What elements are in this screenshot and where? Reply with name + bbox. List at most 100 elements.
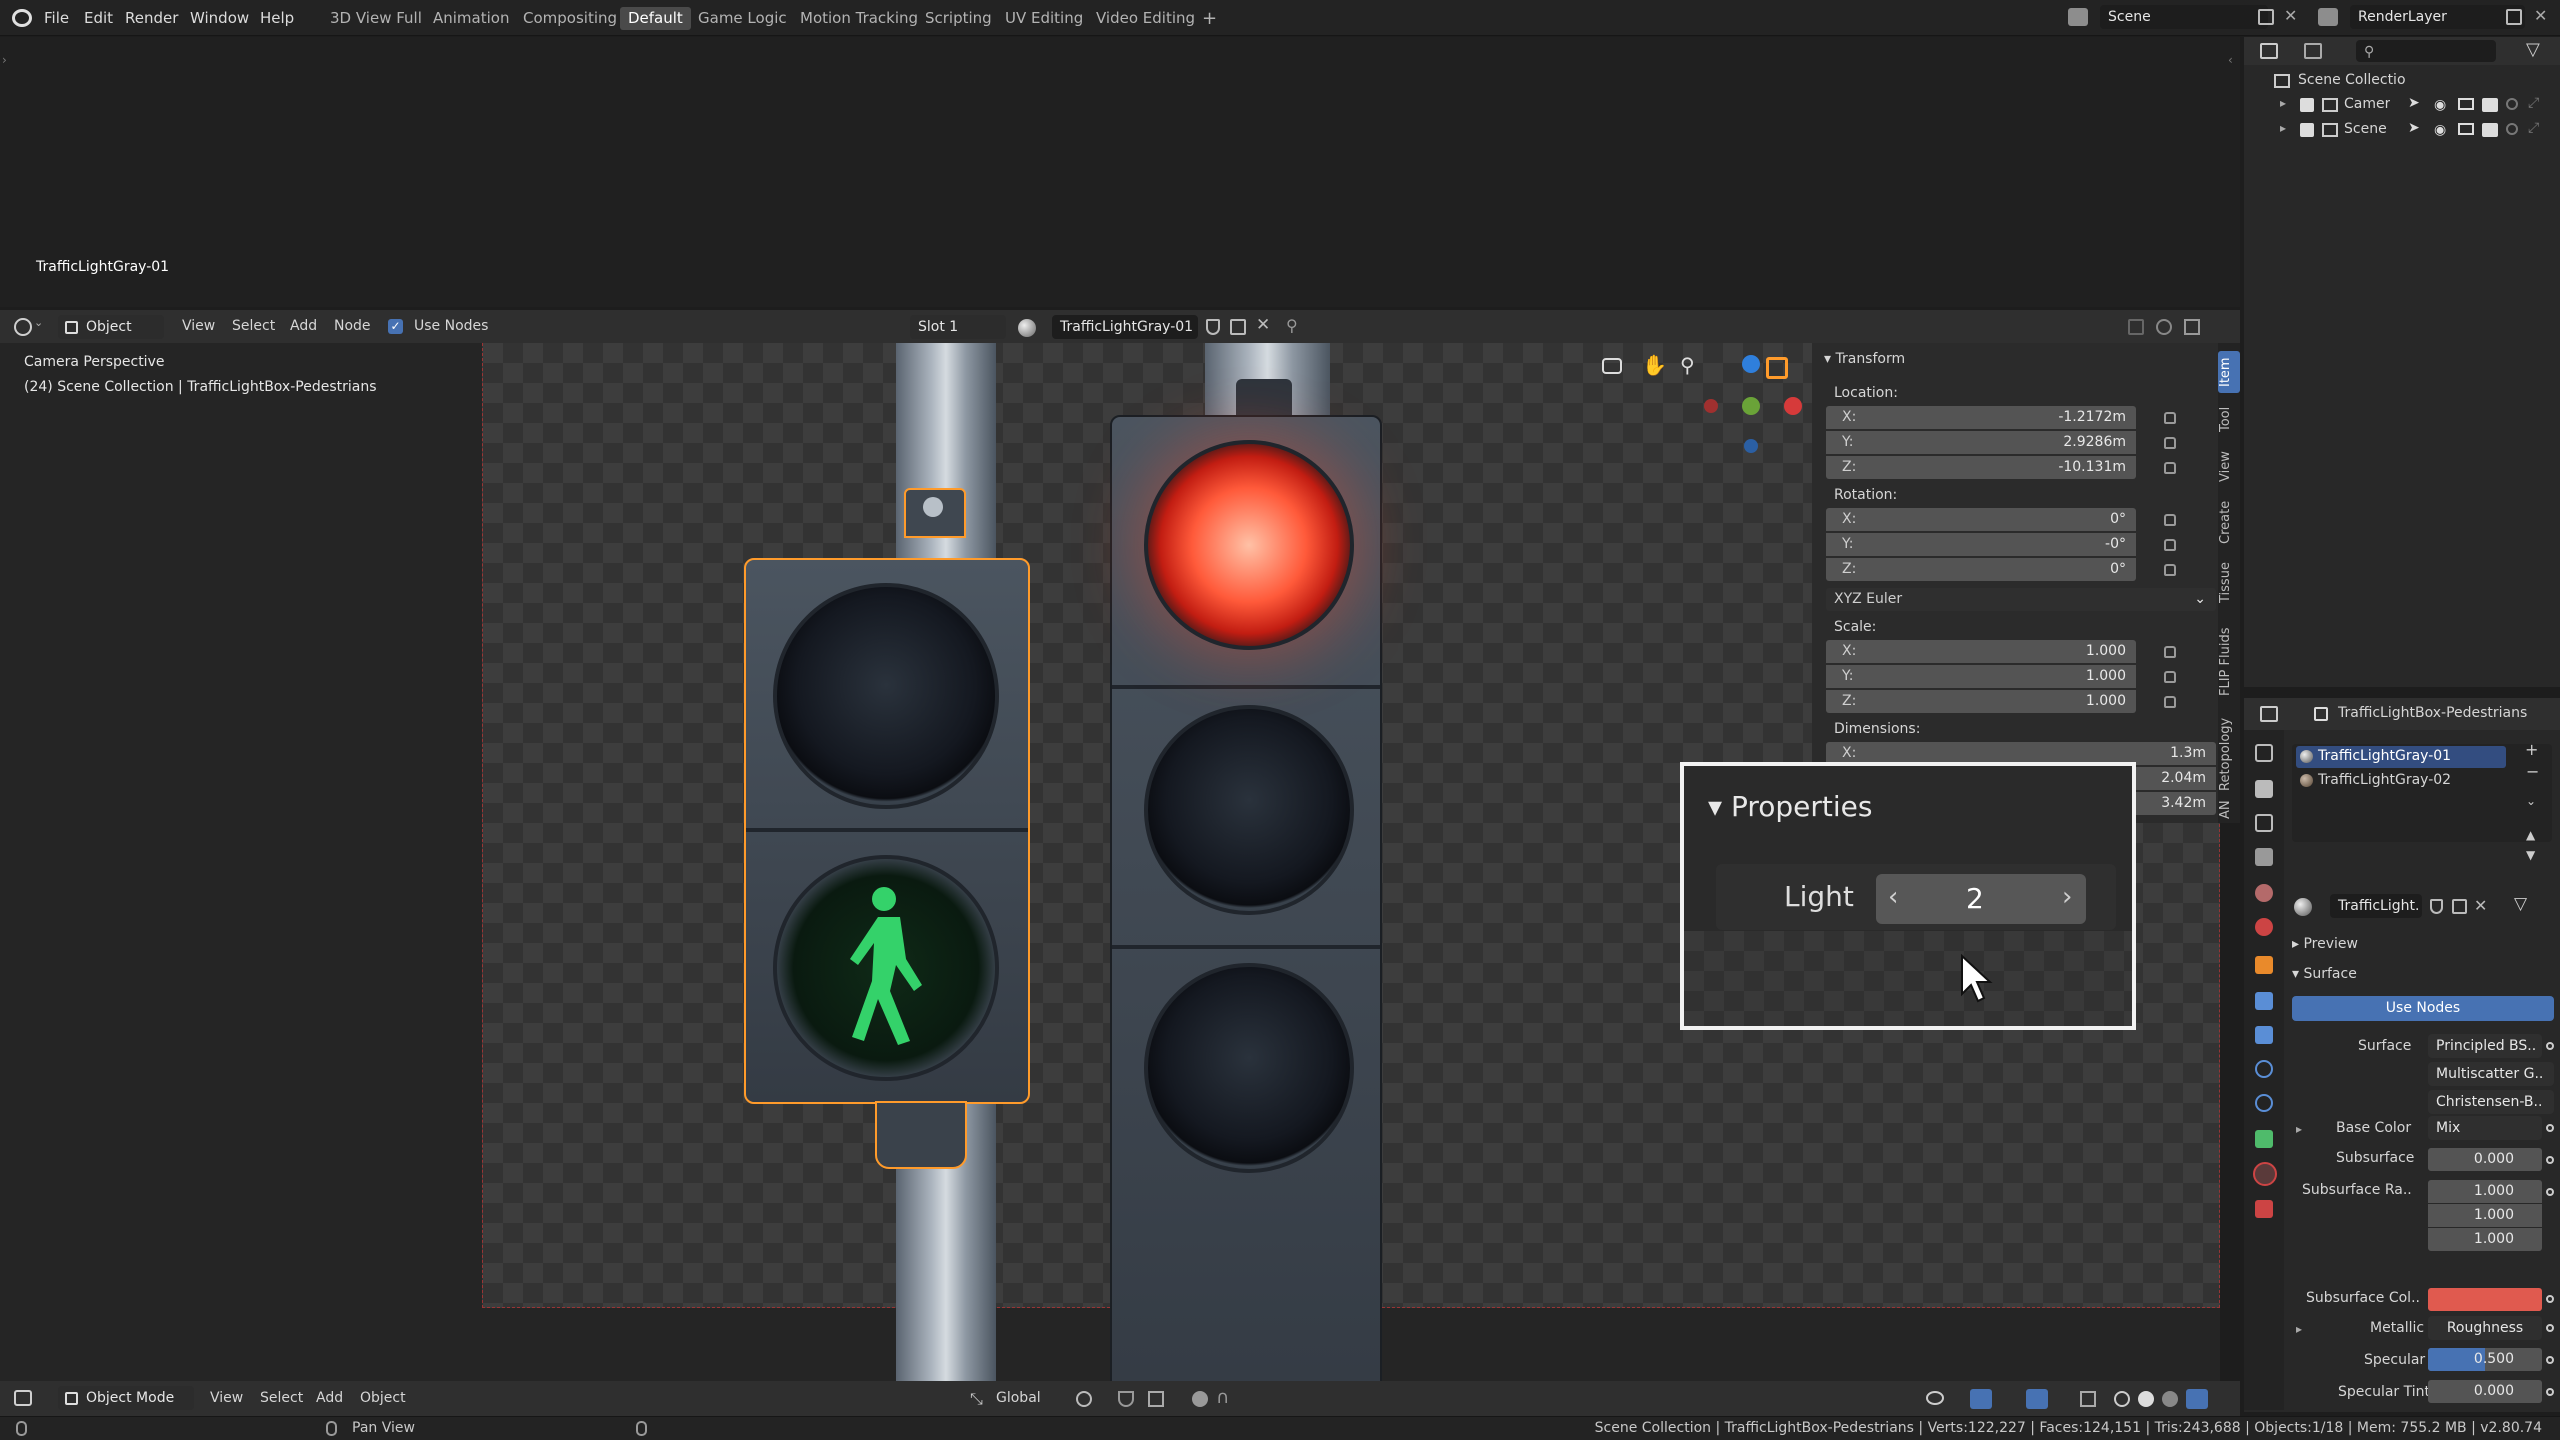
tab-view[interactable]: View <box>2218 445 2240 489</box>
rotation-x-field[interactable]: X: 0° <box>1826 508 2136 531</box>
tab-3d-view-full[interactable]: 3D View Full <box>322 7 430 30</box>
texture-tab-icon[interactable] <box>2255 1200 2273 1218</box>
tab-video-editing[interactable]: Video Editing <box>1088 7 1203 30</box>
menu-window[interactable]: Window <box>190 0 249 36</box>
scale-x-field[interactable]: X: 1.000 <box>1826 640 2136 663</box>
fake-user-shield-icon[interactable] <box>1206 319 1220 335</box>
blender-logo-icon[interactable] <box>12 9 32 27</box>
light-stepper[interactable]: ‹ 2 › <box>1876 874 2086 924</box>
physics-tab-icon[interactable] <box>2255 1060 2273 1078</box>
base-color-link[interactable]: Mix <box>2428 1116 2542 1140</box>
surface-shader-select[interactable]: Principled BS.. <box>2428 1034 2542 1058</box>
socket-dot-icon[interactable] <box>2546 1124 2554 1132</box>
constraints-tab-icon[interactable] <box>2255 1094 2273 1112</box>
expand-arrow-icon[interactable]: ▸ <box>2280 96 2286 110</box>
unlink-icon[interactable]: ✕ <box>2474 896 2487 915</box>
backdrop-icon[interactable] <box>2156 319 2172 335</box>
subsurface-field[interactable]: 0.000 <box>2428 1148 2542 1171</box>
gizmo-x-icon[interactable] <box>1784 397 1802 415</box>
menu-help[interactable]: Help <box>260 0 294 36</box>
specular-tint-field[interactable]: 0.000 <box>2428 1380 2542 1403</box>
duplicate-icon[interactable] <box>2452 899 2467 914</box>
tab-item[interactable]: Item <box>2218 351 2240 393</box>
scale-y-field[interactable]: Y: 1.000 <box>1826 665 2136 688</box>
zoom-icon[interactable]: ⚲ <box>1680 353 1695 377</box>
transform-orientation-icon[interactable]: ⤡ <box>970 1389 983 1409</box>
falloff-icon[interactable]: ∩ <box>1216 1387 1229 1408</box>
lock-rotation-z-icon[interactable] <box>2164 564 2176 576</box>
indirect-only-icon[interactable]: ⤢ <box>2528 95 2539 111</box>
world-tab-icon[interactable] <box>2255 918 2273 936</box>
expand-arrow-icon[interactable]: ‹ <box>2228 53 2233 67</box>
render-layer-icon[interactable] <box>2318 8 2338 26</box>
menu-add[interactable]: Add <box>316 1390 343 1406</box>
socket-dot-icon[interactable] <box>2546 1188 2554 1196</box>
gizmo-neg-z-icon[interactable] <box>1744 439 1758 453</box>
render-layer-field[interactable]: RenderLayer <box>2350 5 2525 29</box>
slot-select[interactable]: Slot 1 <box>910 315 1006 339</box>
socket-dot-icon[interactable] <box>2546 1156 2554 1164</box>
lock-location-z-icon[interactable] <box>2164 462 2176 474</box>
scene-tab-icon[interactable] <box>2255 884 2273 902</box>
collapse-arrow-icon[interactable]: › <box>2 53 7 67</box>
lock-rotation-y-icon[interactable] <box>2164 539 2176 551</box>
snap-increment-icon[interactable] <box>1148 1391 1164 1407</box>
parent-node-icon[interactable] <box>2128 319 2144 335</box>
slot-menu-icon[interactable]: ⌄ <box>2526 794 2536 808</box>
include-checkbox[interactable] <box>2300 123 2314 137</box>
display-mode-icon[interactable] <box>2304 43 2322 59</box>
lock-scale-x-icon[interactable] <box>2164 646 2176 658</box>
editor-type-icon[interactable] <box>14 318 32 336</box>
properties-type-icon[interactable] <box>2260 706 2278 722</box>
solid-shading-icon[interactable] <box>2138 1391 2154 1407</box>
tab-create[interactable]: Create <box>2218 493 2240 551</box>
orientation-icon[interactable] <box>1766 357 1788 379</box>
socket-dot-icon[interactable] <box>2546 1042 2554 1050</box>
menu-file[interactable]: File <box>44 0 69 36</box>
outliner-row-scene[interactable]: ▸ Scene ➤ ◉ ⤢ <box>2244 118 2560 144</box>
view-layer-tab-icon[interactable] <box>2255 848 2273 866</box>
pivot-icon[interactable] <box>1076 1391 1092 1407</box>
subsurface-radius-x[interactable]: 1.000 <box>2428 1180 2542 1203</box>
visibility-icon[interactable] <box>1926 1391 1944 1405</box>
socket-dot-icon[interactable] <box>2546 1356 2554 1364</box>
render-tab-icon[interactable] <box>2255 780 2273 798</box>
render-camera-icon[interactable] <box>2482 98 2498 112</box>
distribution-select[interactable]: Multiscatter G.. <box>2428 1062 2554 1086</box>
menu-node[interactable]: Node <box>334 318 371 334</box>
tab-retopology[interactable]: Retopology <box>2218 713 2240 795</box>
tool-tab-icon[interactable] <box>2255 744 2273 762</box>
output-tab-icon[interactable] <box>2255 814 2273 832</box>
rotation-z-field[interactable]: Z: 0° <box>1826 558 2136 581</box>
modifier-tab-icon[interactable] <box>2255 992 2273 1010</box>
tab-default[interactable]: Default <box>620 7 691 30</box>
location-z-field[interactable]: Z: -10.131m <box>1826 456 2136 479</box>
lock-scale-y-icon[interactable] <box>2164 671 2176 683</box>
rotation-y-field[interactable]: Y: -0° <box>1826 533 2136 556</box>
tab-motion-tracking[interactable]: Motion Tracking <box>792 7 926 30</box>
render-camera-icon[interactable] <box>2482 123 2498 137</box>
scene-icon[interactable] <box>2068 8 2088 26</box>
particles-tab-icon[interactable] <box>2255 1026 2273 1044</box>
scene-collection-label[interactable]: Scene Collectio <box>2298 72 2406 88</box>
orientation-label[interactable]: Global <box>996 1390 1041 1406</box>
subsurface-radius-y[interactable]: 1.000 <box>2428 1204 2542 1227</box>
camera-toggle-icon[interactable] <box>1602 358 1622 374</box>
new-scene-icon[interactable] <box>2258 9 2274 25</box>
tab-tool[interactable]: Tool <box>2218 399 2240 439</box>
socket-dot-icon[interactable] <box>2546 1324 2554 1332</box>
scene-field[interactable]: Scene <box>2100 5 2268 29</box>
viewport-icon[interactable] <box>2458 123 2474 135</box>
tab-game-logic[interactable]: Game Logic <box>690 7 795 30</box>
location-x-field[interactable]: X: -1.2172m <box>1826 406 2136 429</box>
object-tab-icon[interactable] <box>2255 956 2273 974</box>
material-sphere-icon[interactable] <box>1018 319 1036 337</box>
menu-edit[interactable]: Edit <box>84 0 113 36</box>
lock-location-y-icon[interactable] <box>2164 437 2176 449</box>
preview-section[interactable]: ▸ Preview <box>2292 936 2358 952</box>
menu-add[interactable]: Add <box>290 318 317 334</box>
remove-material-slot-icon[interactable]: − <box>2526 762 2539 781</box>
move-up-icon[interactable]: ▲ <box>2526 828 2535 842</box>
select-arrow-icon[interactable]: ➤ <box>2408 120 2420 136</box>
eye-icon[interactable]: ◉ <box>2434 97 2446 113</box>
